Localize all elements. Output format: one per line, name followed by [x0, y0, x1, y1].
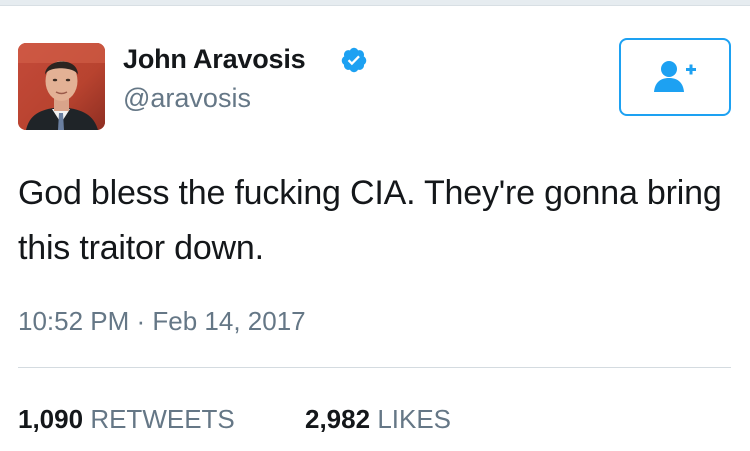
retweets-label: RETWEETS [90, 404, 235, 434]
tweet-timestamp[interactable]: 10:52 PM · Feb 14, 2017 [18, 304, 306, 338]
follow-user-plus-icon [654, 61, 696, 92]
retweets-stat[interactable]: 1,090 RETWEETS [18, 402, 235, 436]
follow-button[interactable] [619, 38, 731, 116]
stats-divider [18, 367, 731, 368]
likes-count: 2,982 [305, 404, 371, 434]
tweet-detail: John Aravosis @aravosis God bless the fu… [0, 0, 750, 451]
likes-label: LIKES [377, 404, 452, 434]
user-handle[interactable]: @aravosis [123, 81, 251, 115]
display-name[interactable]: John Aravosis [123, 42, 306, 76]
verified-badge-icon [341, 47, 367, 73]
retweets-count: 1,090 [18, 404, 84, 434]
avatar-photo [18, 43, 105, 130]
tweet-text: God bless the fucking CIA. They're gonna… [18, 174, 722, 267]
top-divider [0, 0, 750, 6]
likes-stat[interactable]: 2,982 LIKES [305, 402, 451, 436]
avatar[interactable] [18, 43, 105, 130]
